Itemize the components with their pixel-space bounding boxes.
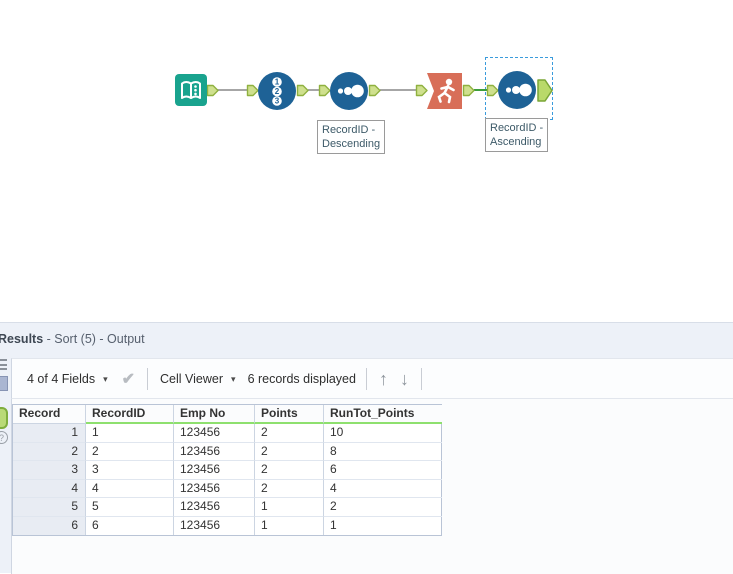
data-cell[interactable]: 123456 xyxy=(174,424,255,443)
row-number-cell[interactable]: 1 xyxy=(13,424,86,443)
output-anchor[interactable] xyxy=(368,84,381,97)
data-cell[interactable]: 1 xyxy=(86,424,174,443)
data-cell[interactable]: 123456 xyxy=(174,461,255,480)
cell-viewer-dropdown[interactable]: Cell Viewer xyxy=(160,372,223,386)
output-anchor[interactable] xyxy=(462,84,475,97)
data-cell[interactable]: 3 xyxy=(86,461,174,480)
down-arrow-icon[interactable]: ↓ xyxy=(400,370,409,388)
table-row: 3 3 123456 2 6 xyxy=(13,461,442,480)
tool-sort-ascending[interactable] xyxy=(498,71,536,109)
row-number-cell[interactable]: 6 xyxy=(13,516,86,535)
results-title-rest: - Sort (5) - Output xyxy=(43,332,145,346)
svg-text:3: 3 xyxy=(275,97,280,106)
output-anchor[interactable] xyxy=(537,79,553,102)
runner-icon xyxy=(427,73,462,109)
chevron-down-icon[interactable]: ▾ xyxy=(231,374,236,385)
data-cell[interactable]: 6 xyxy=(324,461,442,480)
data-cell[interactable]: 5 xyxy=(86,498,174,517)
data-cell[interactable]: 1 xyxy=(255,516,324,535)
data-cell[interactable]: 2 xyxy=(255,424,324,443)
annotation-line: Ascending xyxy=(490,136,542,148)
data-cell[interactable]: 2 xyxy=(324,498,442,517)
results-toolbar: 4 of 4 Fields ▾ ✔ Cell Viewer ▾ 6 record… xyxy=(11,358,733,399)
results-table-body: 1 1 123456 2 10 2 2 123456 2 8 3 3 123456 2 6 4 4 123456 2… xyxy=(13,424,442,536)
anchor-plug-icon xyxy=(462,84,475,97)
results-panel-title: Results - Sort (5) - Output xyxy=(0,332,145,346)
anchor-plug-icon xyxy=(206,84,219,97)
data-cell[interactable]: 2 xyxy=(255,479,324,498)
data-cell[interactable]: 123456 xyxy=(174,442,255,461)
output-anchor[interactable] xyxy=(296,84,309,97)
menu-icon[interactable] xyxy=(0,359,7,370)
toolbar-separator xyxy=(420,367,422,390)
anchor-plug-icon xyxy=(296,84,309,97)
data-cell[interactable]: 2 xyxy=(255,442,324,461)
table-row: 1 1 123456 2 10 xyxy=(13,424,442,443)
connection-line[interactable] xyxy=(380,89,417,91)
svg-text:2: 2 xyxy=(275,87,280,96)
data-cell[interactable]: 2 xyxy=(255,461,324,480)
column-header[interactable]: RecordID xyxy=(86,405,174,424)
tool-sort-descending[interactable] xyxy=(330,72,368,110)
connection-line[interactable] xyxy=(217,89,248,91)
data-cell[interactable]: 1 xyxy=(324,517,442,536)
results-table: Record RecordID Emp No Points RunTot_Poi… xyxy=(12,404,442,536)
data-cell[interactable]: 123456 xyxy=(174,498,255,517)
annotation-line: Descending xyxy=(322,138,381,150)
data-cell[interactable]: 6 xyxy=(86,516,174,535)
fields-dropdown[interactable]: 4 of 4 Fields xyxy=(27,372,95,386)
tool-annotation[interactable]: RecordID - Ascending xyxy=(485,118,549,152)
numbered-list-icon: 1 2 3 xyxy=(272,77,282,106)
tool-recordid[interactable]: 1 2 3 xyxy=(258,72,296,110)
data-cell[interactable]: 2 xyxy=(86,442,174,461)
book-icon xyxy=(181,81,201,99)
table-row: 6 6 123456 1 1 xyxy=(13,516,442,536)
toolbar-separator xyxy=(147,367,149,390)
results-grid-area: Record RecordID Emp No Points RunTot_Poi… xyxy=(11,399,733,574)
data-cell[interactable]: 123456 xyxy=(174,479,255,498)
annotation-line: RecordID - xyxy=(322,124,376,136)
output-anchor[interactable] xyxy=(206,84,219,97)
sort-dots-icon xyxy=(505,83,532,97)
workflow-canvas[interactable]: 1 2 3 RecordID - Descending RecordID - A… xyxy=(0,0,733,322)
up-arrow-icon[interactable]: ↑ xyxy=(379,370,388,388)
row-number-cell[interactable]: 4 xyxy=(13,479,86,498)
tool-annotation[interactable]: RecordID - Descending xyxy=(317,120,386,154)
row-number-cell[interactable]: 5 xyxy=(13,498,86,517)
checkmark-icon[interactable]: ✔ xyxy=(122,369,135,389)
anchor-plug-icon xyxy=(368,84,381,97)
column-header[interactable]: Record xyxy=(13,405,86,424)
column-header[interactable]: RunTot_Points xyxy=(324,405,442,424)
tool-input-data[interactable] xyxy=(175,74,207,106)
anchor-arrow-icon xyxy=(537,79,553,102)
table-row: 2 2 123456 2 8 xyxy=(13,442,442,461)
data-cell[interactable]: 10 xyxy=(324,424,442,443)
row-number-cell[interactable]: 2 xyxy=(13,442,86,461)
help-icon[interactable]: ? xyxy=(0,431,8,444)
column-header[interactable]: Emp No xyxy=(174,405,255,424)
results-panel: Results - Sort (5) - Output ? 4 of 4 Fie… xyxy=(0,322,733,574)
svg-text:1: 1 xyxy=(275,78,280,87)
row-number-cell[interactable]: 3 xyxy=(13,461,86,480)
data-cell[interactable]: 4 xyxy=(86,479,174,498)
toolbar-separator xyxy=(365,367,367,390)
sort-dots-icon xyxy=(337,84,364,98)
output-anchor-selector-icon[interactable] xyxy=(0,407,8,429)
data-cell[interactable]: 1 xyxy=(255,498,324,517)
table-header-row: Record RecordID Emp No Points RunTot_Poi… xyxy=(13,405,442,424)
annotation-line: RecordID - xyxy=(490,122,544,134)
data-cell[interactable]: 8 xyxy=(324,443,442,461)
chevron-down-icon[interactable]: ▾ xyxy=(103,374,108,385)
data-cell[interactable]: 123456 xyxy=(174,516,255,535)
table-row: 5 5 123456 1 2 xyxy=(13,498,442,517)
column-header[interactable]: Points xyxy=(255,405,324,424)
table-row: 4 4 123456 2 4 xyxy=(13,479,442,498)
results-title-bold: Results xyxy=(0,332,44,346)
tool-running-total[interactable] xyxy=(427,73,463,109)
layout-icon[interactable] xyxy=(0,376,8,391)
records-displayed-label: 6 records displayed xyxy=(247,371,356,386)
data-cell[interactable]: 4 xyxy=(324,480,442,498)
